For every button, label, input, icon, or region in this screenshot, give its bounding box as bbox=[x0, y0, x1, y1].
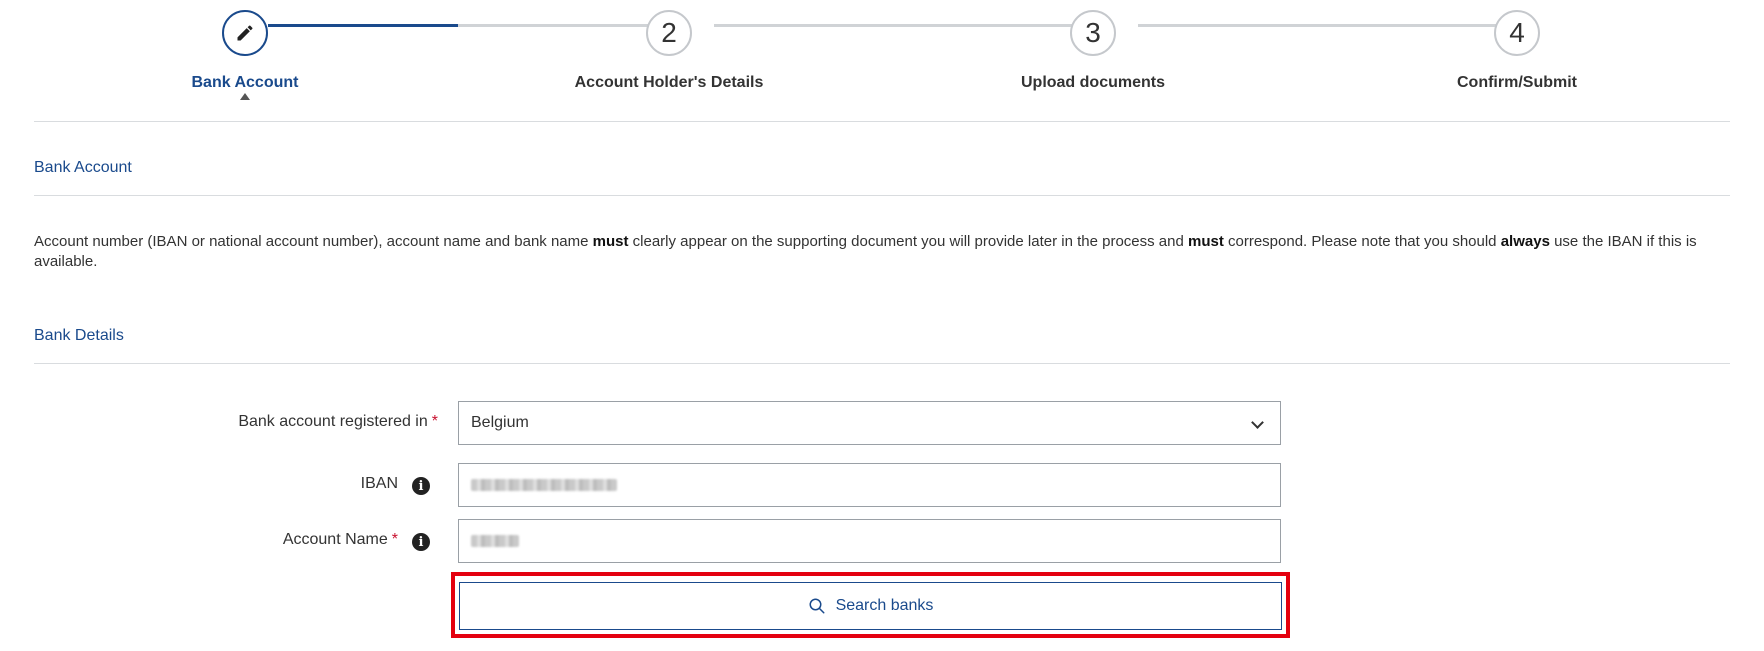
divider bbox=[34, 195, 1730, 196]
chevron-down-icon bbox=[1251, 416, 1264, 429]
step-3-label[interactable]: Upload documents bbox=[933, 74, 1253, 92]
info-icon[interactable]: i bbox=[412, 477, 430, 495]
step-3-number: 3 bbox=[1085, 17, 1101, 48]
step-3-circle[interactable]: 3 bbox=[1070, 10, 1116, 56]
current-step-caret-icon bbox=[240, 93, 250, 100]
redacted-account-name-value bbox=[471, 535, 519, 547]
country-select-value: Belgium bbox=[471, 414, 529, 431]
country-label: Bank account registered in * bbox=[238, 413, 438, 430]
search-banks-button[interactable]: Search banks bbox=[459, 582, 1282, 630]
iban-label: IBAN bbox=[360, 475, 398, 492]
step-1-circle[interactable] bbox=[222, 10, 268, 56]
required-mark: * bbox=[391, 531, 398, 548]
search-icon bbox=[809, 598, 825, 614]
step-2-number: 2 bbox=[661, 17, 677, 48]
step-4-number: 4 bbox=[1509, 17, 1525, 48]
step-4-label[interactable]: Confirm/Submit bbox=[1357, 74, 1677, 92]
notice-text: Account number (IBAN or national account… bbox=[34, 233, 1697, 270]
pencil-icon bbox=[237, 25, 253, 41]
account-name-input[interactable] bbox=[458, 519, 1281, 563]
divider bbox=[34, 363, 1730, 364]
search-banks-label: Search banks bbox=[835, 597, 934, 614]
step-connector bbox=[714, 24, 1092, 27]
country-select[interactable]: Belgium bbox=[458, 401, 1281, 445]
account-name-label: Account Name * bbox=[282, 531, 398, 548]
step-2-circle[interactable]: 2 bbox=[646, 10, 692, 56]
required-mark: * bbox=[431, 413, 438, 430]
step-connector bbox=[458, 24, 668, 27]
section-title-bank-account: Bank Account bbox=[34, 159, 132, 176]
info-icon[interactable]: i bbox=[412, 533, 430, 551]
step-connector bbox=[1138, 24, 1516, 27]
step-2-label[interactable]: Account Holder's Details bbox=[509, 74, 829, 92]
step-progress-line bbox=[268, 24, 458, 27]
redacted-iban-value bbox=[471, 479, 617, 491]
iban-input[interactable] bbox=[458, 463, 1281, 507]
section-title-bank-details: Bank Details bbox=[34, 327, 124, 344]
step-4-circle[interactable]: 4 bbox=[1494, 10, 1540, 56]
step-1-label[interactable]: Bank Account bbox=[85, 74, 405, 92]
divider bbox=[34, 121, 1730, 122]
